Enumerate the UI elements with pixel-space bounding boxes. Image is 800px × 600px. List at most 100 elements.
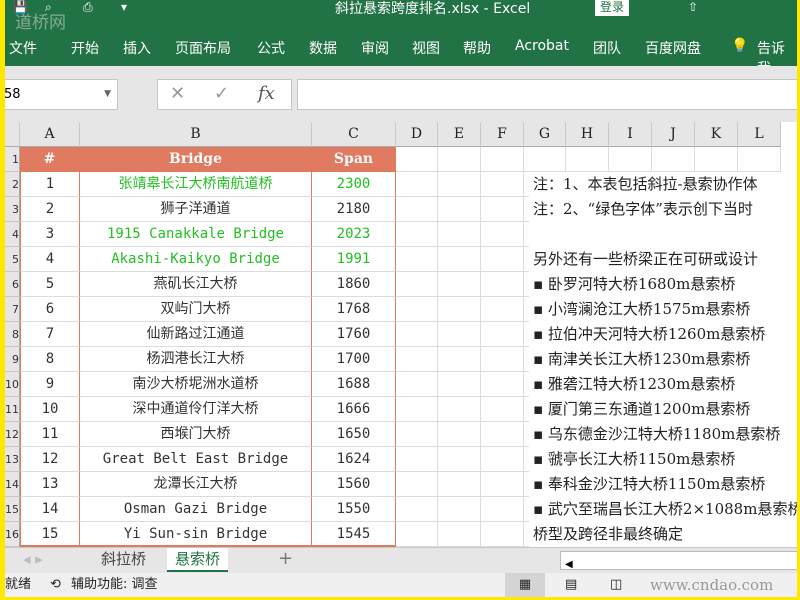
table-cell-name[interactable]: Osman Gazi Bridge <box>80 497 312 522</box>
table-cell-span[interactable]: 1624 <box>312 447 396 472</box>
tab-team[interactable]: 团队 <box>593 38 621 58</box>
cell[interactable] <box>396 197 438 222</box>
tab-formulas[interactable]: 公式 <box>257 38 285 58</box>
sheet-tab-cable-stayed[interactable]: 斜拉桥 <box>93 548 154 572</box>
tab-file[interactable]: 文件 <box>9 38 37 58</box>
note-text[interactable]: ▪ 虢亭长江大桥1150m悬索桥 <box>529 447 797 472</box>
table-cell-number[interactable]: 10 <box>20 397 80 422</box>
cell[interactable] <box>438 272 481 297</box>
tab-review[interactable]: 审阅 <box>361 38 389 58</box>
row-header[interactable]: 16 <box>5 522 20 547</box>
table-cell-span[interactable]: 1991 <box>312 247 396 272</box>
cell[interactable] <box>481 272 524 297</box>
row-header[interactable]: 6 <box>5 272 20 297</box>
cell[interactable] <box>481 322 524 347</box>
table-cell-number[interactable]: 4 <box>20 247 80 272</box>
cell[interactable] <box>652 147 695 172</box>
cell[interactable] <box>481 522 524 547</box>
table-cell-span[interactable]: 1560 <box>312 472 396 497</box>
table-cell-number[interactable]: 5 <box>20 272 80 297</box>
add-sheet-icon[interactable]: + <box>270 548 301 572</box>
table-cell-name[interactable]: 深中通道伶仃洋大桥 <box>80 397 312 422</box>
table-cell-name[interactable]: Akashi-Kaikyo Bridge <box>80 247 312 272</box>
column-header-l[interactable]: L <box>738 122 781 147</box>
row-header[interactable]: 2 <box>5 172 20 197</box>
column-header-i[interactable]: I <box>609 122 652 147</box>
table-cell-number[interactable]: 6 <box>20 297 80 322</box>
table-cell-name[interactable]: 杨泗港长江大桥 <box>80 347 312 372</box>
table-header-cell[interactable]: # <box>20 147 80 172</box>
column-header-b[interactable]: B <box>80 122 312 147</box>
table-cell-name[interactable]: 南沙大桥坭洲水道桥 <box>80 372 312 397</box>
cell[interactable] <box>524 147 566 172</box>
note-text[interactable]: ▪ 乌东德金沙江特大桥1180m悬索桥 <box>529 422 797 447</box>
fx-icon[interactable]: fx <box>258 83 275 104</box>
cell[interactable] <box>609 147 652 172</box>
table-cell-number[interactable]: 3 <box>20 222 80 247</box>
tab-page-layout[interactable]: 页面布局 <box>175 38 231 58</box>
table-cell-number[interactable]: 7 <box>20 322 80 347</box>
cell[interactable] <box>481 397 524 422</box>
row-header[interactable]: 14 <box>5 472 20 497</box>
cell[interactable] <box>481 147 524 172</box>
table-cell-name[interactable]: 龙潭长江大桥 <box>80 472 312 497</box>
table-header-cell[interactable]: Span <box>312 147 396 172</box>
row-header[interactable]: 8 <box>5 322 20 347</box>
cell[interactable] <box>396 472 438 497</box>
table-cell-name[interactable]: 燕矶长江大桥 <box>80 272 312 297</box>
customize-icon[interactable]: ▾ <box>121 0 127 14</box>
table-cell-span[interactable]: 1700 <box>312 347 396 372</box>
tab-baidu-netdisk[interactable]: 百度网盘 <box>645 38 701 58</box>
note-text[interactable]: ▪ 奉科金沙江特大桥1150m悬索桥 <box>529 472 797 497</box>
row-header[interactable]: 5 <box>5 247 20 272</box>
login-button[interactable]: 登录 <box>595 0 629 16</box>
table-header-cell[interactable]: Bridge <box>80 147 312 172</box>
confirm-icon[interactable]: ✓ <box>214 83 229 104</box>
row-header[interactable]: 1 <box>5 147 20 172</box>
cell[interactable] <box>481 222 524 247</box>
scroll-left-arrow-icon[interactable]: ◀ <box>561 559 573 570</box>
table-cell-name[interactable]: Great Belt East Bridge <box>80 447 312 472</box>
lightbulb-icon[interactable]: 💡 <box>731 38 748 54</box>
table-cell-span[interactable]: 1666 <box>312 397 396 422</box>
scroll-left-icon[interactable]: ◂ ▸ <box>15 548 51 572</box>
row-header[interactable]: 10 <box>5 372 20 397</box>
row-header[interactable]: 9 <box>5 347 20 372</box>
cell[interactable] <box>396 422 438 447</box>
table-cell-span[interactable]: 1688 <box>312 372 396 397</box>
row-header[interactable]: 11 <box>5 397 20 422</box>
cell[interactable] <box>438 447 481 472</box>
column-header-g[interactable]: G <box>524 122 566 147</box>
table-cell-number[interactable]: 1 <box>20 172 80 197</box>
table-cell-name[interactable]: Yi Sun-sin Bridge <box>80 522 312 547</box>
note-text[interactable]: 桥型及跨径非最终确定 <box>529 522 797 547</box>
column-header-e[interactable]: E <box>438 122 481 147</box>
note-text[interactable]: ▪ 武穴至瑞昌长江大桥2×1088m悬索桥 <box>529 497 797 522</box>
note-text[interactable]: ▪ 雅砻江特大桥1230m悬索桥 <box>529 372 797 397</box>
table-cell-name[interactable]: 西堠门大桥 <box>80 422 312 447</box>
table-cell-span[interactable]: 2023 <box>312 222 396 247</box>
row-header[interactable]: 12 <box>5 422 20 447</box>
table-cell-name[interactable]: 双屿门大桥 <box>80 297 312 322</box>
cell[interactable] <box>481 247 524 272</box>
cell[interactable] <box>481 297 524 322</box>
chevron-down-icon[interactable]: ▼ <box>104 80 111 109</box>
page-layout-view-icon[interactable]: ▤ <box>565 573 577 597</box>
sheet-tab-suspension[interactable]: 悬索桥 <box>167 548 229 572</box>
column-header-f[interactable]: F <box>481 122 524 147</box>
note-text[interactable]: ▪ 拉伯冲天河特大桥1260m悬索桥 <box>529 322 797 347</box>
column-header-a[interactable]: A <box>20 122 80 147</box>
cell[interactable] <box>438 522 481 547</box>
tab-view[interactable]: 视图 <box>412 38 440 58</box>
tab-acrobat[interactable]: Acrobat <box>515 38 569 54</box>
row-header[interactable]: 13 <box>5 447 20 472</box>
table-cell-number[interactable]: 13 <box>20 472 80 497</box>
name-box[interactable]: 58 ▼ <box>5 79 118 110</box>
cell[interactable] <box>396 347 438 372</box>
column-header-h[interactable]: H <box>566 122 609 147</box>
cell[interactable] <box>481 172 524 197</box>
table-cell-number[interactable]: 11 <box>20 422 80 447</box>
table-cell-number[interactable]: 2 <box>20 197 80 222</box>
cell[interactable] <box>396 247 438 272</box>
tab-help[interactable]: 帮助 <box>463 38 491 58</box>
